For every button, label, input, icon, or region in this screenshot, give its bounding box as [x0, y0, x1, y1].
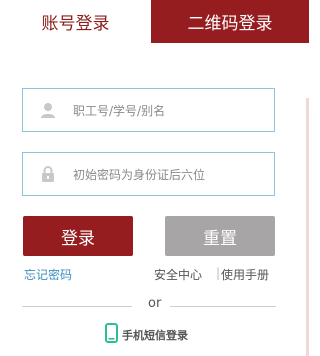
tab-account-login[interactable]: 账号登录	[0, 0, 151, 43]
sms-login-button[interactable]: 手机短信登录	[105, 323, 188, 347]
divider-right	[170, 306, 276, 307]
forgot-password-link[interactable]: 忘记密码	[24, 266, 72, 283]
user-icon	[23, 102, 73, 118]
login-button[interactable]: 登录	[23, 216, 133, 256]
tab-qr-login[interactable]: 二维码登录	[151, 0, 309, 43]
security-center-link[interactable]: 安全中心	[154, 266, 202, 283]
lock-icon	[23, 166, 73, 182]
user-manual-link[interactable]: 使用手册	[221, 266, 269, 283]
divider-left	[22, 306, 132, 307]
link-separator: |	[216, 266, 221, 280]
sms-login-label: 手机短信登录	[122, 329, 188, 342]
username-placeholder: 职工号/学号/别名	[73, 103, 166, 118]
login-tabs: 账号登录 二维码登录	[0, 0, 309, 43]
password-field[interactable]: 初始密码为身份证后六位	[22, 152, 275, 196]
username-field[interactable]: 职工号/学号/别名	[22, 88, 275, 132]
right-edge-decoration	[306, 98, 309, 356]
phone-icon	[105, 323, 118, 347]
reset-button[interactable]: 重置	[165, 216, 275, 256]
or-text: or	[148, 296, 162, 311]
password-placeholder: 初始密码为身份证后六位	[73, 167, 206, 182]
